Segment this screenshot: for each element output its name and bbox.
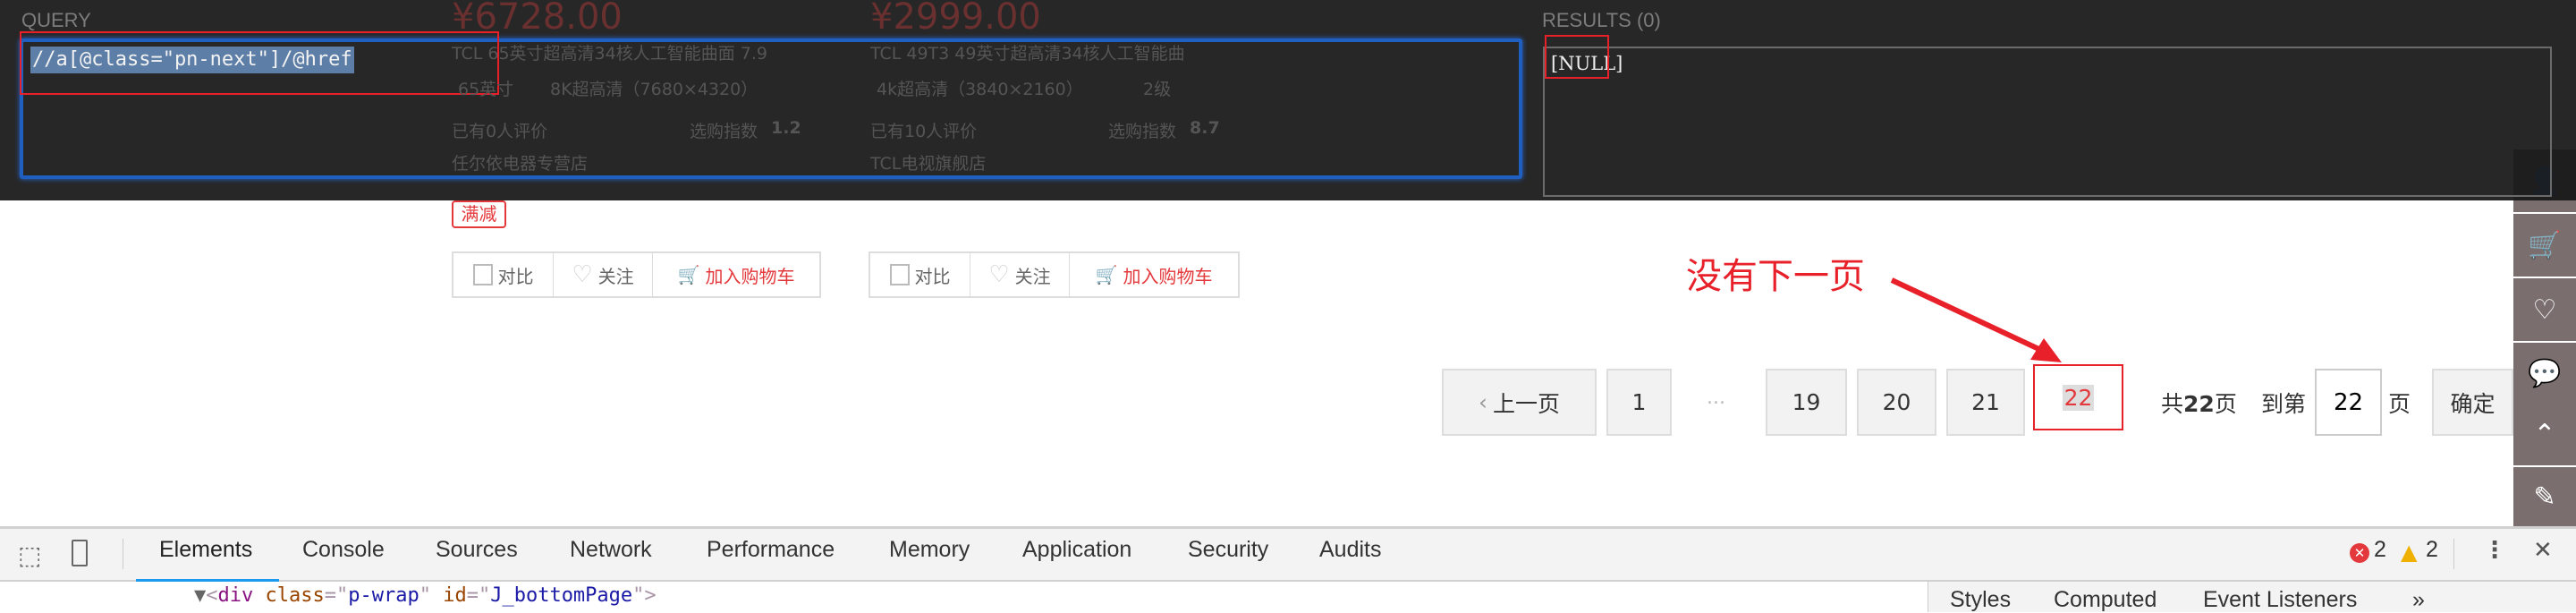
heart-icon: ♡	[988, 261, 1010, 288]
tab-sources[interactable]: Sources	[436, 537, 518, 563]
index-label: 选购指数	[1108, 122, 1177, 141]
annotation-text: 没有下一页	[1686, 256, 1865, 297]
index-value: 1.2	[771, 118, 801, 138]
error-icon[interactable]: ✕	[2350, 543, 2369, 563]
promo-tag: 满减	[452, 200, 506, 228]
heart-icon: ♡	[572, 261, 593, 288]
tab-application[interactable]: Application	[1022, 537, 1131, 563]
product-price: ¥6728.00	[452, 0, 623, 38]
annotation-arrow	[1890, 277, 2062, 362]
review-count[interactable]: 已有0人评价	[452, 118, 547, 142]
add-to-cart-button[interactable]: 🛒 加入购物车	[1070, 253, 1238, 296]
chevron-up-icon: ⌃	[2533, 419, 2556, 450]
checkbox-icon	[889, 264, 910, 285]
sidebar-cart-button[interactable]: 🛒	[2513, 212, 2576, 277]
xpath-helper-panel: QUERY //a[@class="pn-next"]/@href RESULT…	[0, 0, 2576, 200]
goto-page-input[interactable]: 22	[2315, 369, 2382, 436]
tab-console[interactable]: Console	[302, 537, 385, 563]
tab-computed[interactable]: Computed	[2054, 587, 2157, 613]
sidebar-favorite-button[interactable]: ♡	[2513, 277, 2576, 341]
warning-icon[interactable]: ▲	[2401, 540, 2417, 565]
page-button[interactable]: 1	[1606, 369, 1672, 436]
current-page: 22	[2033, 364, 2123, 430]
compare-button[interactable]: 对比	[453, 253, 554, 296]
annotation-highlight-box	[1545, 35, 1609, 79]
product-actions: 对比 ♡ 关注 🛒 加入购物车	[452, 251, 821, 298]
tab-elements[interactable]: Elements	[159, 537, 252, 563]
product-title[interactable]: TCL 49T3 49英寸超高清34核人工智能曲	[870, 40, 1185, 64]
page-button[interactable]: 21	[1946, 369, 2025, 436]
goto-suffix: 页	[2388, 391, 2411, 417]
index-label: 选购指数	[690, 122, 758, 141]
cart-icon: 🛒	[1095, 264, 1118, 285]
sidebar-feedback-button[interactable]: ✎	[2513, 465, 2576, 526]
warning-count[interactable]: 2	[2426, 537, 2438, 563]
product-title[interactable]: TCL 65英寸超高清34核人工智能曲面 7.9	[452, 40, 767, 64]
review-count[interactable]: 已有10人评价	[870, 118, 977, 142]
goto-label: 到第	[2261, 391, 2307, 417]
compare-button[interactable]: 对比	[870, 253, 970, 296]
tab-memory[interactable]: Memory	[889, 537, 970, 563]
total-pages: 共22页	[2161, 391, 2237, 417]
divider	[2453, 539, 2454, 569]
query-label: QUERY	[21, 9, 91, 31]
product-actions: 对比 ♡ 关注 🛒 加入购物车	[869, 251, 1240, 298]
tab-styles[interactable]: Styles	[1950, 587, 2011, 613]
confirm-button[interactable]: 确定	[2432, 369, 2513, 436]
index-value: 8.7	[1190, 118, 1220, 138]
more-options-icon[interactable]: ⋮	[2483, 537, 2506, 564]
edit-icon: ✎	[2533, 481, 2556, 513]
product-tag: 4k超高清（3840×2160）	[877, 80, 1083, 99]
add-to-cart-button[interactable]: 🛒 加入购物车	[653, 253, 819, 296]
cart-icon: 🛒	[677, 264, 700, 285]
sidebar-chat-button[interactable]: 💬	[2513, 341, 2576, 404]
product-tag: 8K超高清（7680×4320）	[550, 80, 758, 99]
store-name[interactable]: TCL电视旗舰店	[870, 150, 986, 175]
pagination-ellipsis: ...	[1707, 387, 1725, 409]
page-button[interactable]: 19	[1766, 369, 1847, 436]
tab-audits[interactable]: Audits	[1319, 537, 1381, 563]
prev-page-button[interactable]: ‹ 上一页	[1442, 369, 1597, 436]
close-icon[interactable]: ✕	[2533, 537, 2553, 564]
tab-performance[interactable]: Performance	[707, 537, 835, 563]
follow-button[interactable]: ♡ 关注	[970, 253, 1070, 296]
store-name[interactable]: 任尔依电器专营店	[452, 150, 588, 175]
dom-node[interactable]: ▼<div class="p-wrap" id="J_bottomPage">	[194, 584, 657, 607]
follow-button[interactable]: ♡ 关注	[554, 253, 653, 296]
product-price: ¥2999.00	[870, 0, 1041, 38]
product-tag: 65英寸	[458, 80, 514, 99]
devtools-toolbar	[0, 526, 2576, 582]
current-page-number: 22	[2062, 384, 2095, 411]
results-box	[1543, 47, 2552, 197]
page-button[interactable]: 20	[1857, 369, 1936, 436]
tab-event-listeners[interactable]: Event Listeners	[2203, 587, 2357, 613]
more-tabs-button[interactable]: »	[2412, 587, 2425, 613]
tab-network[interactable]: Network	[570, 537, 652, 563]
sidebar-top-button[interactable]: ⌃	[2513, 404, 2576, 465]
product-tag: 2级	[1143, 80, 1172, 99]
results-label: RESULTS (0)	[1542, 9, 1661, 31]
device-toolbar-icon[interactable]	[72, 540, 88, 566]
checkbox-icon	[472, 264, 493, 285]
annotation-highlight-box	[20, 31, 499, 95]
tab-security[interactable]: Security	[1188, 537, 1268, 563]
cart-icon: 🛒	[2528, 229, 2562, 261]
error-count[interactable]: 2	[2374, 537, 2386, 563]
inspect-element-icon[interactable]: ⬚	[18, 541, 41, 570]
chat-icon: 💬	[2528, 357, 2562, 389]
active-tab-indicator	[136, 579, 279, 582]
heart-icon: ♡	[2532, 294, 2557, 326]
chevron-left-icon: ‹	[1478, 389, 1487, 415]
